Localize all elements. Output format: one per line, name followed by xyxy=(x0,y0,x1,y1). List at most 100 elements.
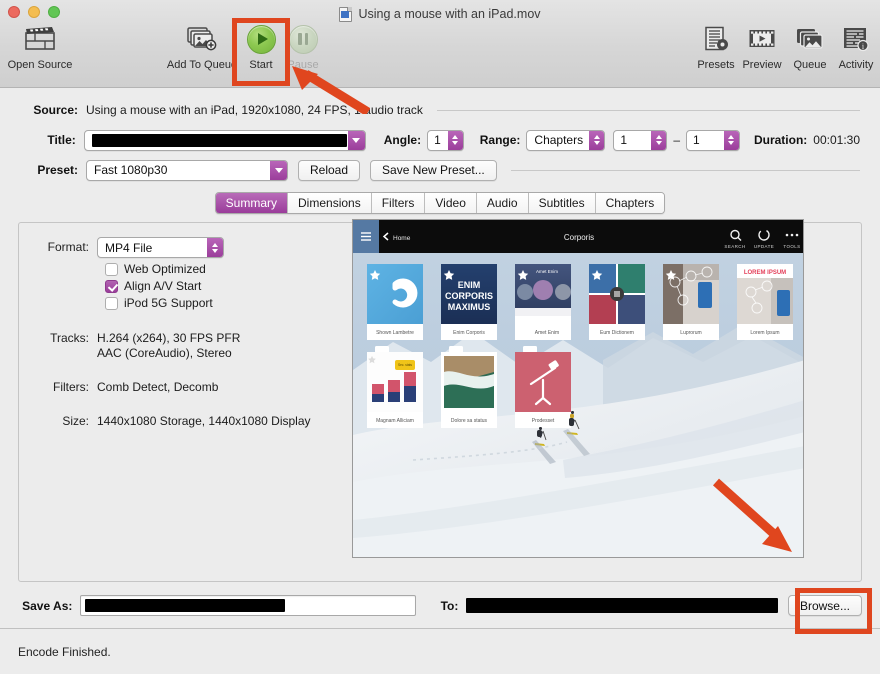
svg-text:LOREM IPSUM: LOREM IPSUM xyxy=(744,270,786,276)
add-to-queue-button[interactable]: Add To Queue xyxy=(166,22,238,80)
tab-bar: Summary Dimensions Filters Video Audio S… xyxy=(0,188,880,214)
activity-button[interactable]: i Activity xyxy=(832,22,880,80)
tab-subtitles[interactable]: Subtitles xyxy=(528,193,596,213)
svg-text:TOOLS: TOOLS xyxy=(783,244,800,249)
range-end-stepper[interactable]: 1 xyxy=(686,129,740,151)
angle-label: Angle: xyxy=(383,133,422,147)
svg-text:Prodesset: Prodesset xyxy=(532,418,555,424)
format-row: Format: MP4 File xyxy=(35,237,351,258)
play-icon xyxy=(246,22,276,56)
preset-value: Fast 1080p30 xyxy=(94,163,168,177)
chevron-down-icon xyxy=(270,160,287,180)
range-dash: – xyxy=(673,133,681,147)
title-label: Title: xyxy=(47,133,76,147)
chevron-updown-icon xyxy=(589,130,605,150)
stepper-arrows-icon[interactable] xyxy=(651,130,667,150)
web-optimized-checkbox[interactable]: Web Optimized xyxy=(105,262,351,276)
start-label: Start xyxy=(249,59,273,71)
preview-card-8: Dolore sa status xyxy=(441,346,497,428)
start-encode-button[interactable]: Start xyxy=(239,22,283,80)
svg-text:UPDATE: UPDATE xyxy=(754,244,774,249)
preview-button[interactable]: Preview xyxy=(738,22,786,80)
preview-card-7: Sec. stats Magnam Alliciam xyxy=(367,346,423,428)
movie-document-icon xyxy=(339,6,353,22)
activity-log-icon: i xyxy=(842,22,870,56)
tracks-video-value: H.264 (x264), 30 FPS PFR xyxy=(97,331,241,345)
source-value: Using a mouse with an iPad, 1920x1080, 2… xyxy=(86,103,423,117)
svg-text:Sec. stats: Sec. stats xyxy=(398,363,412,367)
duration-value: 00:01:30 xyxy=(813,133,861,147)
tab-dimensions[interactable]: Dimensions xyxy=(288,193,372,213)
queue-stack-icon xyxy=(796,22,824,56)
tab-audio[interactable]: Audio xyxy=(476,193,529,213)
presets-label: Presets xyxy=(697,59,735,71)
window-title: Using a mouse with an iPad.mov xyxy=(358,7,541,21)
ipod-5g-support-checkbox[interactable]: iPod 5G Support xyxy=(105,296,351,310)
destination-path[interactable] xyxy=(466,596,778,615)
svg-text:SEARCH: SEARCH xyxy=(724,244,745,249)
status-text: Encode Finished. xyxy=(18,644,111,659)
duration-label: Duration: xyxy=(753,133,808,147)
filters-value: Comb Detect, Decomb xyxy=(97,380,219,394)
tab-video[interactable]: Video xyxy=(425,193,477,213)
range-start-stepper[interactable]: 1 xyxy=(613,129,668,151)
pause-icon xyxy=(288,22,318,56)
preset-row: Preset: Fast 1080p30 Reload Save New Pre… xyxy=(20,158,860,182)
save-as-label: Save As: xyxy=(22,598,73,613)
range-label: Range: xyxy=(479,133,521,147)
presets-button[interactable]: Presets xyxy=(692,22,740,80)
source-settings-strip: Source: Using a mouse with an iPad, 1920… xyxy=(0,88,880,188)
title-row: Title: Angle: 1 Range: Chapters 1 – 1 Du… xyxy=(20,128,860,152)
checkbox-box xyxy=(105,262,118,276)
svg-text:Magnam Alliciam: Magnam Alliciam xyxy=(376,418,414,424)
preview-card-2: ENIM CORPORIS MAXIMUS Enim Corporis xyxy=(441,264,497,340)
range-start-value: 1 xyxy=(620,133,628,147)
queue-button[interactable]: Queue xyxy=(786,22,834,80)
svg-text:Amet Enim: Amet Enim xyxy=(535,330,559,336)
save-as-input[interactable] xyxy=(80,595,416,616)
video-preview-thumbnail[interactable]: Home Corporis SEARCH UPDATE TOOLS Shown … xyxy=(352,219,804,558)
preview-card-3: Amet Enim Amet Enim xyxy=(515,264,571,340)
save-as-row: Save As: To: Browse... xyxy=(0,582,880,628)
svg-text:Amet Enim: Amet Enim xyxy=(536,269,558,274)
stepper-arrows-icon[interactable] xyxy=(723,130,739,150)
window-chrome: Using a mouse with an iPad.mov Open Sour… xyxy=(0,0,880,88)
preview-card-5: Luprorum xyxy=(663,264,719,340)
browse-button[interactable]: Browse... xyxy=(787,595,862,616)
tracks-value: H.264 (x264), 30 FPS PFR AAC (CoreAudio)… xyxy=(97,328,240,361)
stepper-arrows-icon[interactable] xyxy=(447,130,463,150)
reload-preset-button[interactable]: Reload xyxy=(298,159,361,181)
web-optimized-label: Web Optimized xyxy=(124,262,206,276)
title-dropdown[interactable] xyxy=(83,129,366,151)
save-new-preset-button[interactable]: Save New Preset... xyxy=(370,159,497,181)
tab-summary[interactable]: Summary xyxy=(215,193,289,213)
pause-encode-button[interactable]: Pause xyxy=(281,22,325,80)
angle-stepper[interactable]: 1 xyxy=(427,129,464,151)
tab-chapters[interactable]: Chapters xyxy=(595,193,665,213)
activity-label: Activity xyxy=(838,59,874,71)
filters-label: Filters: xyxy=(53,380,89,394)
preset-dropdown[interactable]: Fast 1080p30 xyxy=(86,159,288,181)
preset-label: Preset: xyxy=(37,163,78,177)
range-type-dropdown[interactable]: Chapters xyxy=(526,129,606,151)
checkbox-box-checked xyxy=(105,279,118,293)
preview-card-6: LOREM IPSUM Lorem Ipsum xyxy=(737,264,793,340)
svg-text:Enim Corporis: Enim Corporis xyxy=(453,330,485,336)
preview-card-4: Eum Dictionem xyxy=(589,264,645,340)
align-av-start-checkbox[interactable]: Align A/V Start xyxy=(105,279,351,293)
presets-gear-document-icon xyxy=(703,22,730,56)
svg-text:Lorem Ipsum: Lorem Ipsum xyxy=(750,330,779,336)
format-dropdown[interactable]: MP4 File xyxy=(97,237,224,258)
range-end-value: 1 xyxy=(693,133,700,147)
tab-filters[interactable]: Filters xyxy=(371,193,426,213)
align-av-start-label: Align A/V Start xyxy=(124,279,202,293)
film-play-icon xyxy=(748,22,776,56)
open-source-button[interactable]: Open Source xyxy=(5,22,75,80)
status-bar: Encode Finished. xyxy=(0,628,880,674)
checkbox-box xyxy=(105,296,118,310)
svg-text:Home: Home xyxy=(393,235,411,242)
source-divider xyxy=(436,109,860,111)
handbrake-window: Using a mouse with an iPad.mov Open Sour… xyxy=(0,0,880,674)
svg-text:CORPORIS: CORPORIS xyxy=(445,291,493,301)
window-titlebar: Using a mouse with an iPad.mov xyxy=(0,4,880,24)
